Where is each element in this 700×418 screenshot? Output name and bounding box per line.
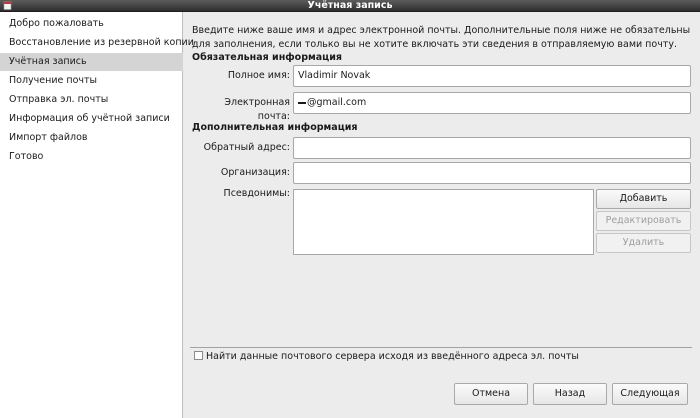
server-lookup-checkbox[interactable]	[194, 351, 203, 360]
sidebar-item-import[interactable]: Импорт файлов	[0, 129, 183, 147]
aliases-label: Псевдонимы:	[223, 188, 290, 199]
optional-section-heading: Дополнительная информация	[192, 122, 358, 133]
main-panel: Введите ниже ваше имя и адрес электронно…	[184, 12, 700, 418]
next-button[interactable]: Следующая	[612, 383, 688, 405]
remove-alias-button[interactable]: Удалить	[596, 233, 691, 253]
wizard-sidebar: Добро пожаловать Восстановление из резер…	[0, 12, 194, 418]
email-label: Электронная почта:	[224, 97, 290, 122]
reply-to-field[interactable]	[293, 137, 691, 159]
sidebar-item-account[interactable]: Учётная запись	[0, 53, 183, 71]
title-bar: Учётная запись	[0, 0, 700, 12]
separator	[190, 347, 692, 348]
window-title: Учётная запись	[307, 0, 393, 11]
add-alias-button[interactable]: Добавить	[596, 189, 691, 209]
sidebar-item-account-info[interactable]: Информация об учётной записи	[0, 110, 183, 128]
edit-alias-button[interactable]: Редактировать	[596, 211, 691, 231]
server-lookup-option[interactable]: Найти данные почтового сервера исходя из…	[194, 350, 579, 364]
email-field[interactable]: @gmail.com	[293, 92, 691, 114]
server-lookup-label: Найти данные почтового сервера исходя из…	[206, 351, 579, 362]
sidebar-item-restore[interactable]: Восстановление из резервной копии	[0, 34, 194, 52]
back-button[interactable]: Назад	[533, 383, 607, 405]
organization-label: Организация:	[220, 167, 290, 178]
full-name-field[interactable]: Vladimir Novak	[293, 65, 691, 87]
cancel-button[interactable]: Отмена	[454, 383, 528, 405]
full-name-value: Vladimir Novak	[298, 70, 371, 81]
sidebar-item-welcome[interactable]: Добро пожаловать	[0, 15, 183, 33]
full-name-label: Полное имя:	[227, 70, 290, 81]
organization-field[interactable]	[293, 162, 691, 184]
sidebar-item-done[interactable]: Готово	[0, 148, 183, 166]
aliases-list[interactable]	[293, 189, 594, 255]
reply-to-label: Обратный адрес:	[203, 142, 290, 153]
sidebar-item-sending[interactable]: Отправка эл. почты	[0, 91, 183, 109]
sidebar-item-receiving[interactable]: Получение почты	[0, 72, 183, 90]
email-value: @gmail.com	[307, 97, 367, 108]
redaction-mark	[298, 101, 306, 104]
required-section-heading: Обязательная информация	[192, 52, 342, 63]
intro-text: Введите ниже ваше имя и адрес электронно…	[192, 25, 691, 50]
